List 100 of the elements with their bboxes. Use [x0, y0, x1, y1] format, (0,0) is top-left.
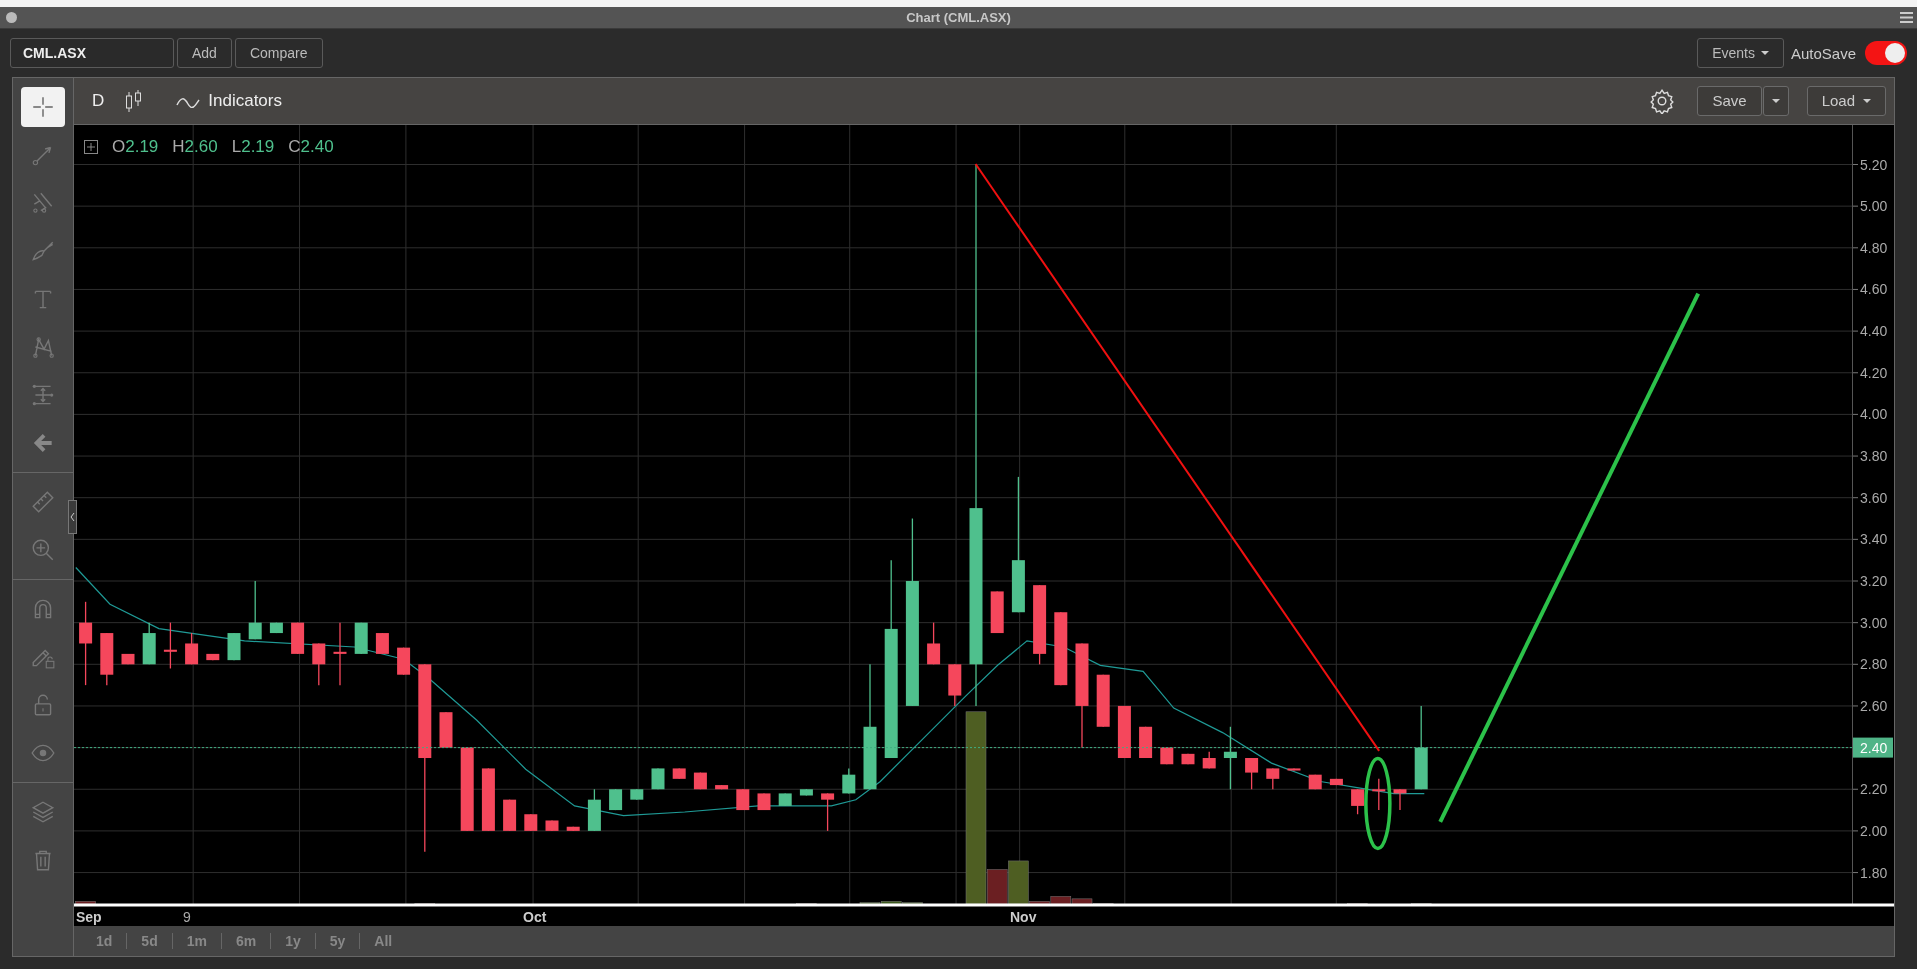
candle	[1393, 788, 1407, 811]
ruler-icon	[30, 489, 56, 515]
date-label: Nov	[1010, 908, 1037, 925]
window-button[interactable]	[6, 12, 17, 23]
price-label: 3.60	[1860, 489, 1888, 506]
candlestick-icon	[124, 88, 143, 113]
candle	[185, 632, 199, 665]
autosave-toggle[interactable]	[1865, 41, 1907, 65]
price-label: 4.00	[1860, 406, 1888, 423]
candle	[927, 621, 941, 665]
price-label: 3.80	[1860, 447, 1888, 464]
save-options-button[interactable]	[1762, 85, 1789, 116]
candle	[100, 632, 114, 686]
price-label: 3.20	[1860, 572, 1888, 589]
price-label: 4.20	[1860, 364, 1888, 381]
price-label: 3.00	[1860, 614, 1888, 631]
candle	[672, 767, 686, 780]
ohlc-label: H	[172, 136, 185, 156]
candle	[206, 653, 220, 661]
candle	[503, 798, 517, 832]
price-label: 4.60	[1860, 281, 1888, 298]
candle	[799, 788, 813, 796]
candle	[821, 792, 835, 832]
ohlc-label: C	[288, 136, 301, 156]
chart-type-button[interactable]	[124, 88, 143, 113]
candle	[1245, 757, 1259, 790]
symbol-field[interactable]: CML.ASX	[10, 38, 174, 68]
settings-button[interactable]	[1649, 87, 1676, 114]
indicators-button[interactable]: Indicators	[176, 90, 282, 111]
price-label: 5.20	[1860, 156, 1888, 173]
price-label: 4.40	[1860, 322, 1888, 339]
candle	[142, 621, 156, 665]
candle	[948, 663, 962, 707]
candle	[1329, 778, 1343, 786]
candle	[1202, 750, 1216, 769]
candle	[1139, 725, 1153, 759]
window-title: Chart (CML.ASX)	[905, 10, 1012, 25]
period-button[interactable]: D	[92, 90, 105, 111]
candle	[269, 621, 283, 634]
autosave-label: AutoSave	[1790, 44, 1856, 62]
candle	[715, 784, 729, 790]
candle	[842, 767, 856, 794]
price-label: 2.80	[1860, 656, 1888, 673]
candle	[397, 646, 411, 676]
ohlc-value: 2.40	[300, 136, 334, 156]
candle	[248, 580, 262, 640]
crosshair-icon	[30, 94, 56, 120]
price-label: 3.40	[1860, 531, 1888, 548]
candle	[736, 788, 750, 811]
caret-icon	[1771, 98, 1780, 103]
candle	[163, 621, 177, 669]
price-label: 2.00	[1860, 822, 1888, 839]
save-button[interactable]: Save	[1697, 85, 1762, 116]
candle	[312, 642, 326, 686]
price-label: 1.80	[1860, 864, 1888, 881]
candle	[587, 788, 601, 832]
candle	[333, 621, 347, 686]
caret-icon	[1760, 51, 1769, 55]
price-label: 5.00	[1860, 197, 1888, 214]
candle	[1181, 753, 1195, 765]
price-label: 4.80	[1860, 239, 1888, 256]
caret-icon	[1863, 98, 1871, 103]
candle	[291, 621, 305, 655]
candle	[1351, 788, 1365, 815]
chevron-left-icon	[70, 512, 75, 521]
date-label: Sep	[76, 908, 102, 925]
price-label: 2.60	[1860, 697, 1888, 714]
candle	[524, 813, 538, 832]
candle	[121, 653, 135, 665]
zoom-in-icon	[30, 537, 56, 563]
candle	[545, 819, 559, 832]
date-label: 9	[183, 908, 191, 925]
current-price-tag: 2.40	[1853, 737, 1893, 758]
date-label: Oct	[523, 908, 547, 925]
settings-icon	[1649, 87, 1676, 114]
collapse-handle[interactable]	[68, 499, 77, 534]
menu-icon	[1900, 12, 1913, 23]
candle	[609, 788, 623, 811]
candle	[630, 788, 644, 801]
candle	[1266, 767, 1280, 790]
load-dropdown[interactable]: Load	[1806, 85, 1886, 116]
layers-icon	[30, 799, 56, 825]
candle	[1223, 725, 1237, 790]
ohlc-label: O	[112, 136, 126, 156]
volume-bar	[75, 900, 96, 905]
candle	[566, 825, 580, 832]
pattern-icon	[30, 334, 56, 360]
level-lines-icon	[30, 382, 56, 408]
toolbar-button[interactable]: Compare	[234, 38, 323, 68]
toolbar-button[interactable]: Add	[177, 38, 232, 68]
ohlc-value: 2.19	[125, 136, 159, 156]
candle	[1372, 778, 1386, 811]
candle	[1287, 767, 1301, 771]
ohlc-label: L	[231, 136, 242, 156]
tool-button[interactable]	[21, 87, 65, 127]
price-label: 2.20	[1860, 781, 1888, 798]
ohlc-value: 2.60	[184, 136, 218, 156]
events-dropdown[interactable]: Events	[1697, 38, 1784, 68]
expand-icon	[84, 139, 98, 154]
ohlc-value: 2.19	[241, 136, 275, 156]
